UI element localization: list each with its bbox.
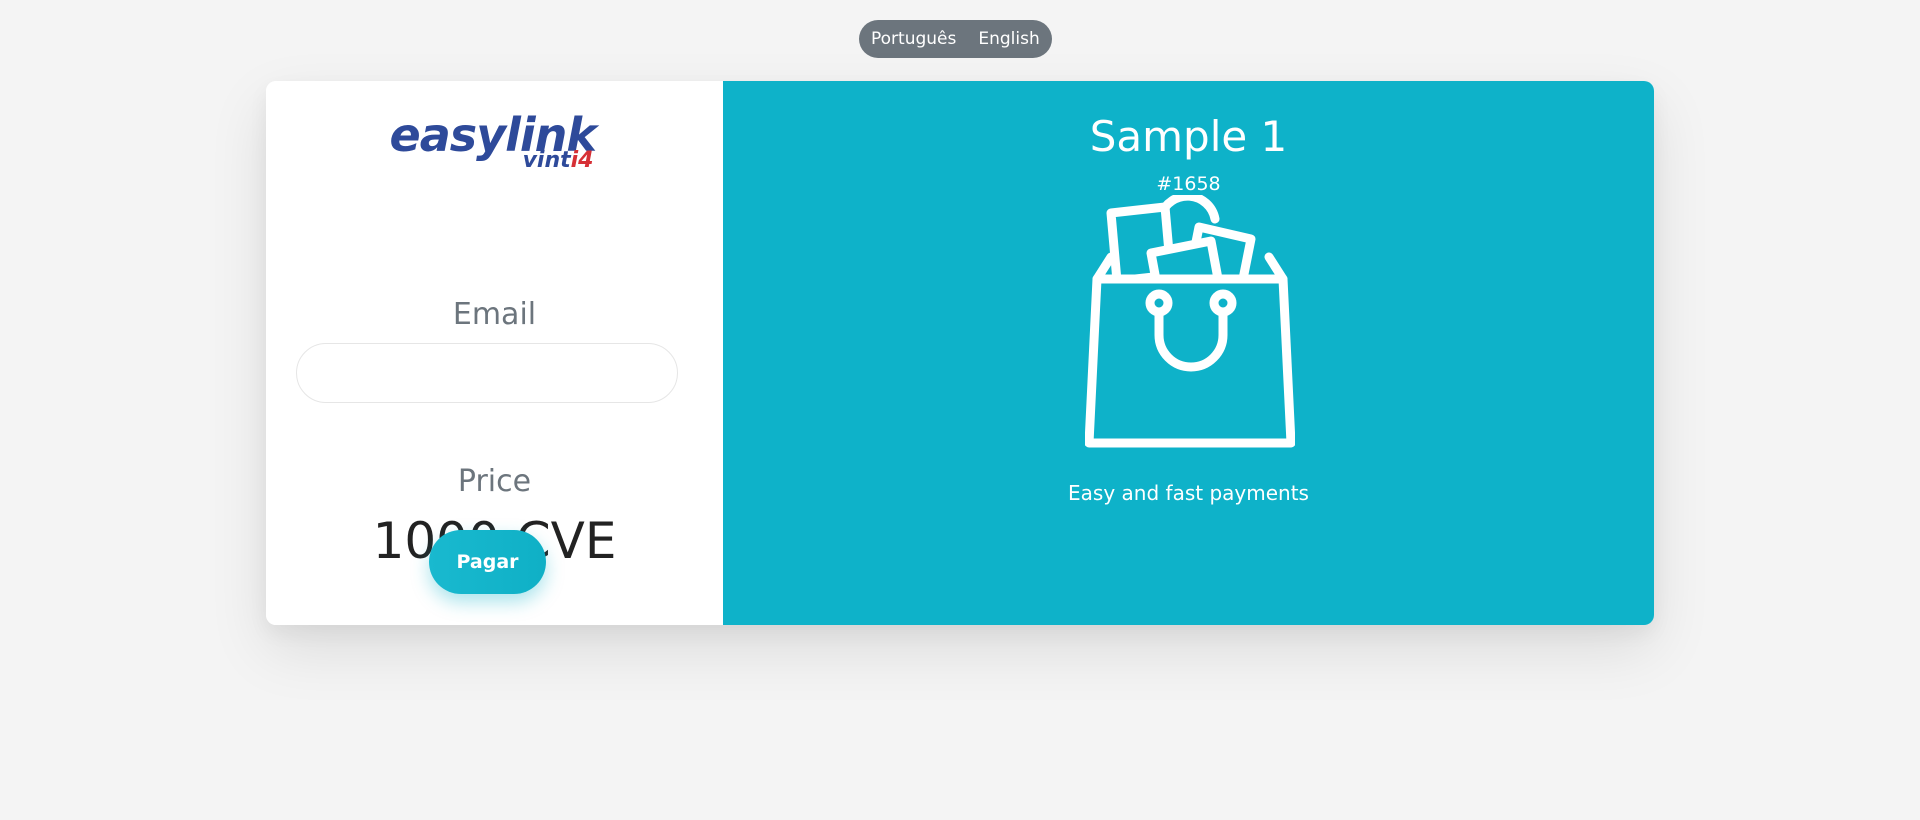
language-option-english[interactable]: English	[978, 29, 1039, 49]
product-title: Sample 1	[1089, 112, 1288, 161]
email-field[interactable]	[296, 343, 678, 403]
email-label: Email	[452, 297, 537, 332]
tagline: Easy and fast payments	[1068, 481, 1309, 505]
logo-sub-accent: i4	[570, 148, 594, 173]
logo-sub-text: vinti4	[523, 149, 594, 173]
logo-mark: easylink vinti4	[390, 108, 600, 175]
price-label: Price	[457, 464, 532, 499]
language-option-portugues[interactable]: Português	[871, 29, 956, 49]
payment-card: easylink vinti4 Email Price 1000 CVE Pag…	[266, 81, 1654, 625]
product-panel: Sample 1 #1658 Easy and fast payments	[723, 81, 1654, 625]
logo-sub-prefix: vint	[522, 148, 571, 173]
logo: easylink vinti4	[266, 108, 723, 175]
order-number: #1658	[1156, 173, 1221, 195]
language-switch: Português English	[859, 20, 1052, 58]
payment-form-panel: easylink vinti4 Email Price 1000 CVE Pag…	[266, 81, 723, 625]
shopping-bag-icon	[1085, 195, 1295, 448]
pay-button[interactable]: Pagar	[429, 530, 546, 594]
